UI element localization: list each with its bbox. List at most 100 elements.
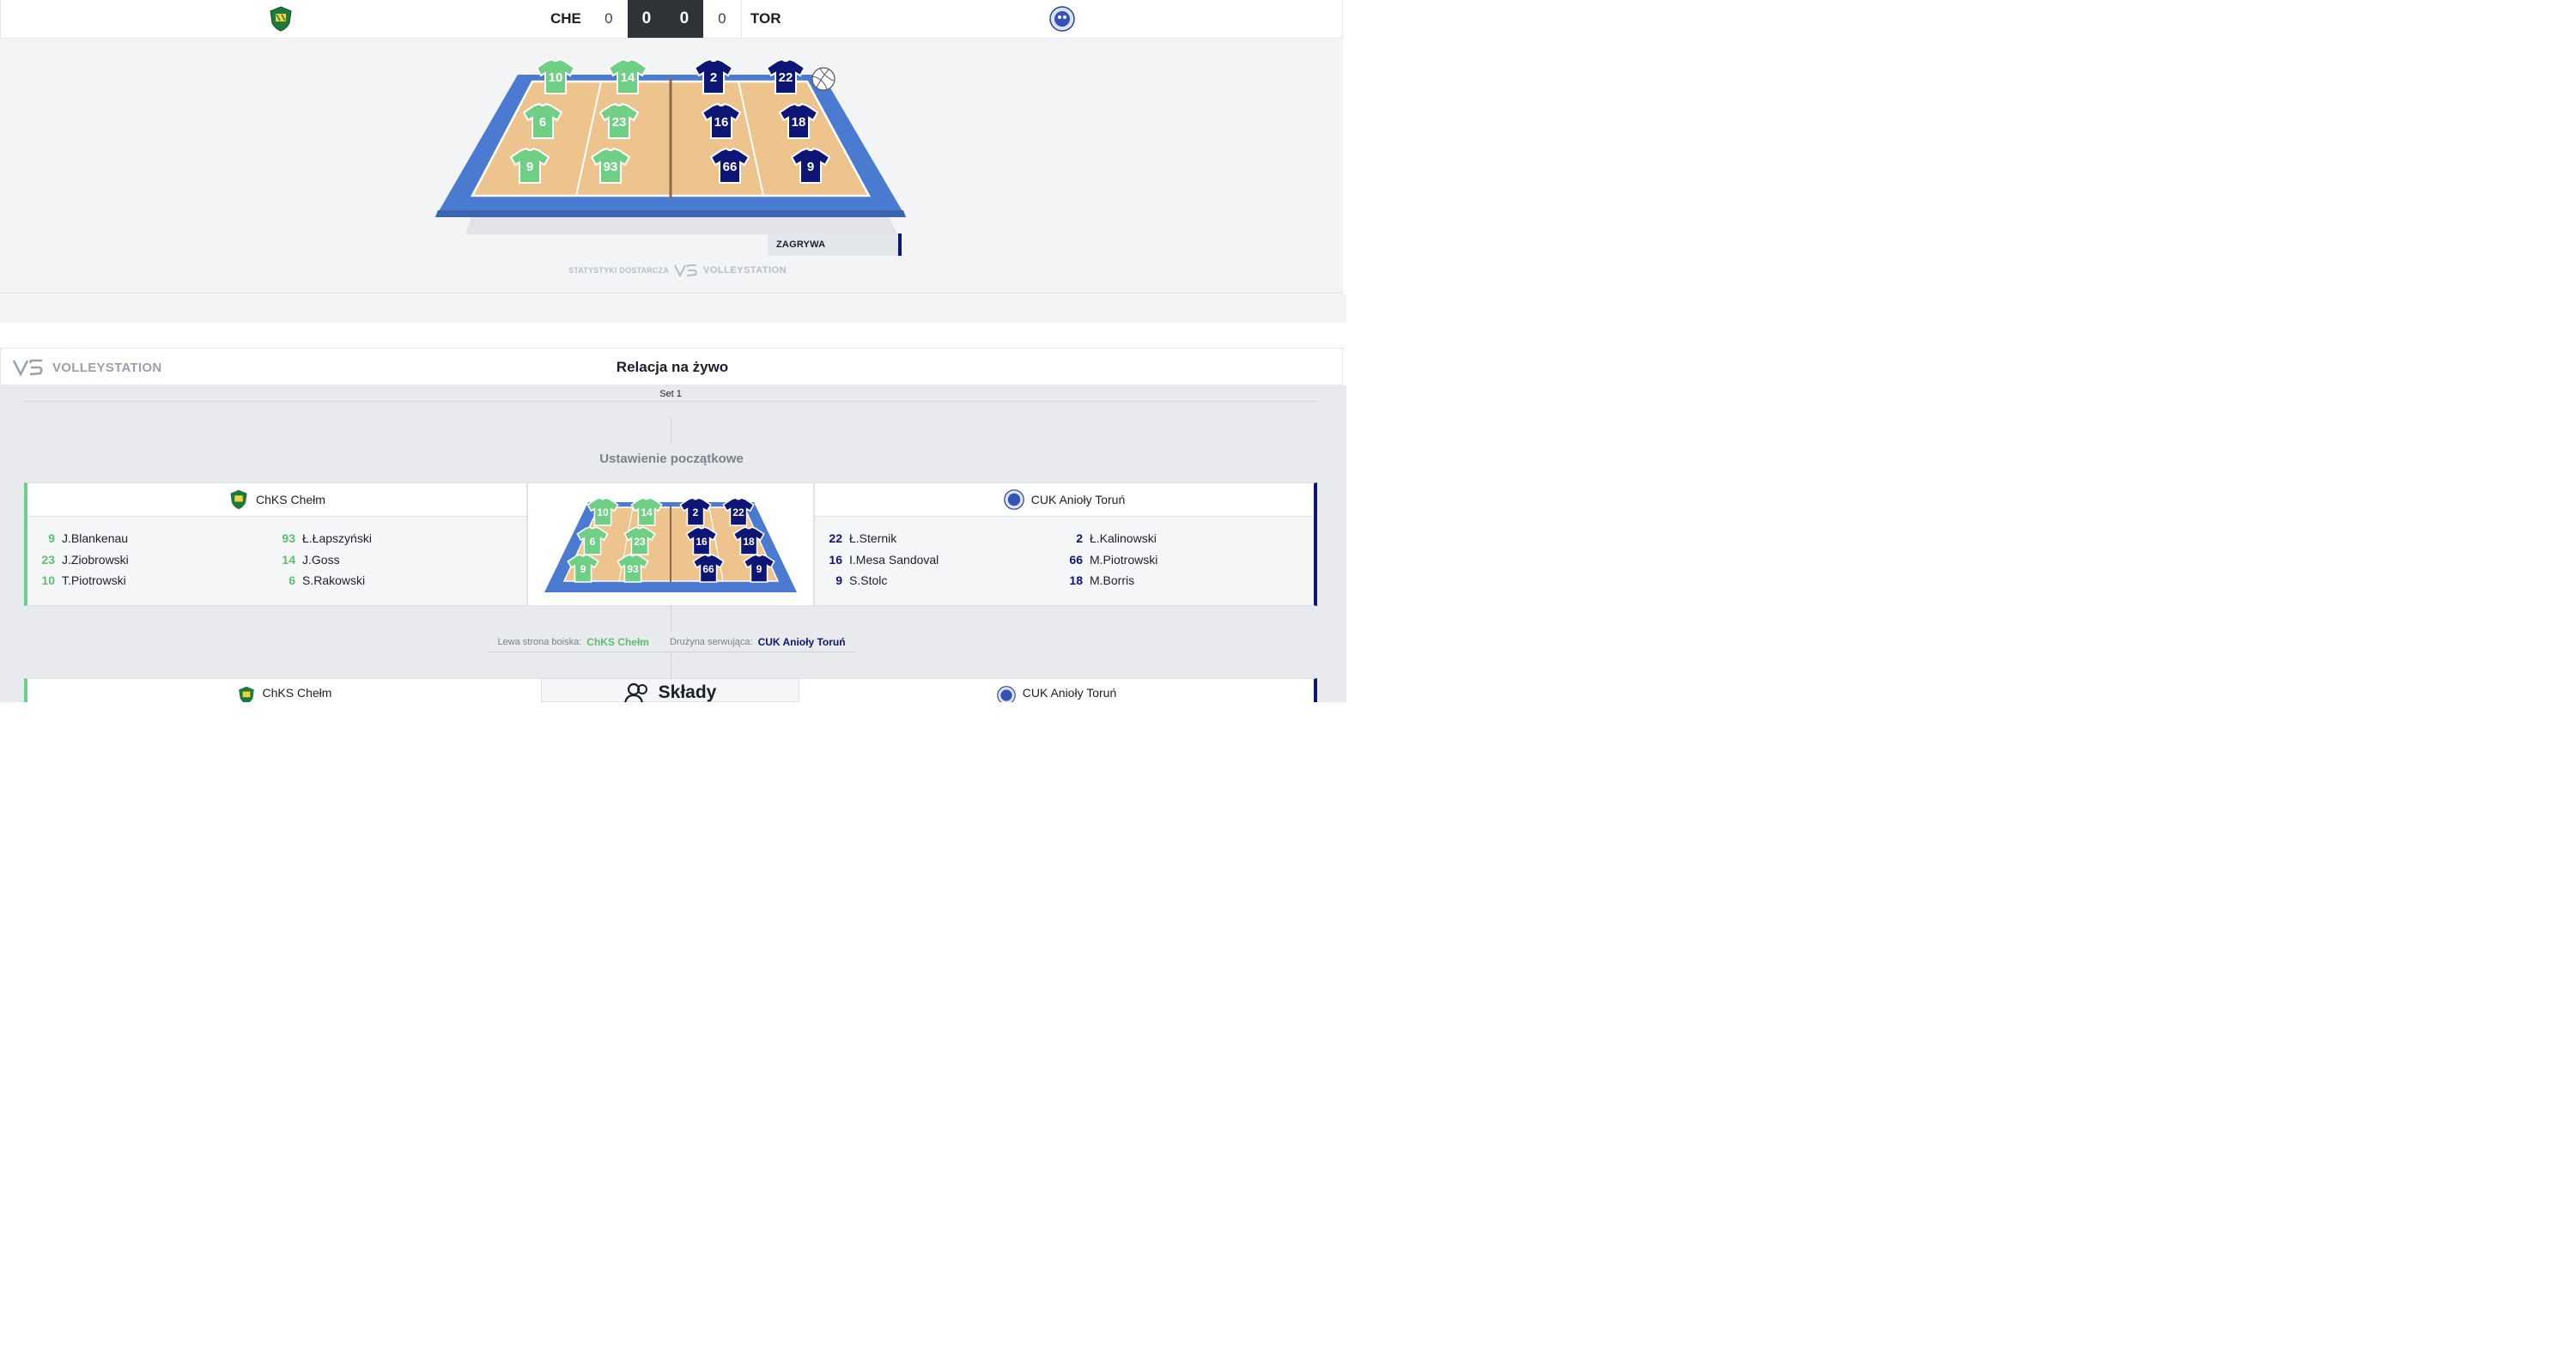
serving-indicator: ZAGRYWA bbox=[768, 233, 902, 256]
live-feed: Set 1 Ustawienie początkowe ChKS Chełm 9… bbox=[0, 385, 1346, 702]
mini-away-player-jersey-number: 9 bbox=[756, 563, 762, 575]
serving-team-label: Drużyna serwująca: bbox=[669, 636, 753, 647]
home-player-jersey-number: 14 bbox=[621, 70, 635, 85]
away-squad-tab[interactable]: CUK Anioły Toruń bbox=[799, 678, 1317, 702]
away-team-logo bbox=[1003, 489, 1024, 510]
home-roster-col-1: 9 J.Blankenau 23 J.Ziobrowski 10 T.Piotrowski bbox=[33, 528, 129, 591]
mini-court: 10 14 6 23 9 93 2 22 16 18 66 9 bbox=[527, 482, 814, 606]
player-name: I.Mesa Sandoval bbox=[849, 552, 939, 567]
player-name: Ł.Kalinowski bbox=[1090, 531, 1157, 546]
home-abbr: CHE bbox=[550, 10, 581, 27]
roster-row[interactable]: 9 J.Blankenau bbox=[33, 528, 129, 549]
player-name: S.Rakowski bbox=[302, 573, 366, 588]
live-relation-header: VOLLEYSTATION Relacja na żywo bbox=[0, 348, 1343, 385]
volleystation-logo-icon bbox=[674, 264, 697, 277]
away-team-name: CUK Anioły Toruń bbox=[1030, 493, 1126, 506]
away-roster-col-1: 22 Ł.Sternik 16 I.Mesa Sandoval 9 S.Stolc bbox=[820, 528, 939, 591]
home-points: 0 bbox=[627, 0, 665, 38]
roster-row[interactable]: 10 T.Piotrowski bbox=[33, 570, 129, 591]
player-number: 16 bbox=[829, 552, 842, 567]
scoreboard: CHE 0 0 0 0 TOR bbox=[0, 0, 1343, 39]
player-number: 6 bbox=[289, 573, 295, 588]
roster-row[interactable]: 2 Ł.Kalinowski bbox=[1060, 528, 1157, 549]
player-number: 23 bbox=[41, 552, 55, 567]
roster-row[interactable]: 6 S.Rakowski bbox=[273, 570, 372, 591]
provider-label: STATYSTYKI DOSTARCZA bbox=[568, 266, 669, 275]
away-lineup-box: CUK Anioły Toruń 22 Ł.Sternik 16 I.Mesa San… bbox=[814, 482, 1317, 606]
player-number: 14 bbox=[282, 552, 295, 567]
away-player-jersey-number: 66 bbox=[723, 160, 738, 174]
roster-row[interactable]: 23 J.Ziobrowski bbox=[33, 549, 129, 571]
player-number: 2 bbox=[1076, 531, 1083, 546]
stats-provider: STATYSTYKI DOSTARCZA VOLLEYSTATION bbox=[568, 264, 787, 277]
home-team-logo[interactable] bbox=[268, 6, 294, 32]
away-team-logo bbox=[996, 686, 1016, 702]
player-name: T.Piotrowski bbox=[62, 573, 126, 588]
away-points: 0 bbox=[665, 0, 703, 38]
player-name: Ł.Sternik bbox=[849, 531, 897, 546]
player-name: J.Goss bbox=[302, 552, 340, 567]
court: 10 146 239 932 2216 1866 9 bbox=[435, 58, 906, 234]
away-squad-name: CUK Anioły Toruń bbox=[1022, 686, 1117, 700]
left-side-label: Lewa strona boiska: bbox=[497, 636, 582, 647]
left-side-team: ChKS Chełm bbox=[586, 635, 649, 648]
live-relation-title: Relacja na żywo bbox=[616, 359, 729, 375]
people-icon bbox=[623, 682, 647, 702]
away-player-jersey-number: 9 bbox=[807, 160, 814, 174]
squads-label: Składy bbox=[658, 682, 717, 702]
away-roster-col-2: 2 Ł.Kalinowski 66 M.Piotrowski 18 M.Borris bbox=[1060, 528, 1157, 591]
mini-home-player-jersey-number: 9 bbox=[580, 563, 586, 575]
away-sets: 0 bbox=[718, 10, 726, 27]
roster-row[interactable]: 9 S.Stolc bbox=[820, 570, 939, 591]
section-gap bbox=[0, 294, 1346, 323]
home-team-logo bbox=[230, 489, 247, 510]
court-panel: 10 14 6 23 9 93 2 22 16 18 66 9 ZAGRYWA STATYSTYKI … bbox=[0, 39, 1343, 294]
player-name: Ł.Łapszyński bbox=[302, 531, 372, 546]
away-player-jersey-number: 2 bbox=[710, 70, 717, 85]
mini-away-player-jersey-number: 18 bbox=[743, 536, 755, 548]
mini-court-graphic: 10 146 239 932 2216 1866 9 bbox=[544, 497, 797, 592]
volleyball-match-page: CHE 0 0 0 0 TOR 10 14 6 23 9 93 2 22 16 18 66 9 bbox=[0, 0, 1346, 702]
serving-team: CUK Anioły Toruń bbox=[757, 635, 846, 648]
mini-away-player-jersey-number: 22 bbox=[732, 506, 744, 518]
roster-row[interactable]: 14 J.Goss bbox=[273, 549, 372, 571]
home-squad-tab[interactable]: ChKS Chełm bbox=[24, 678, 541, 702]
home-squad-name: ChKS Chełm bbox=[262, 686, 332, 700]
home-team-logo bbox=[238, 686, 254, 702]
roster-row[interactable]: 22 Ł.Sternik bbox=[820, 528, 939, 549]
player-number: 10 bbox=[41, 573, 55, 588]
provider-name: VOLLEYSTATION bbox=[703, 265, 787, 276]
roster-row[interactable]: 16 I.Mesa Sandoval bbox=[820, 549, 939, 571]
mini-home-player-jersey-number: 93 bbox=[627, 563, 639, 575]
squads-tab[interactable]: Składy bbox=[541, 678, 799, 702]
score-center: CHE 0 0 0 0 TOR bbox=[550, 0, 781, 38]
home-lineup-header: ChKS Chełm bbox=[27, 483, 526, 517]
home-player-jersey-number: 9 bbox=[526, 160, 533, 174]
home-lineup-box: ChKS Chełm 9 J.Blankenau 23 J.Ziobrowski 10 T… bbox=[24, 482, 527, 606]
player-name: J.Ziobrowski bbox=[62, 552, 129, 567]
roster-row[interactable]: 93 Ł.Łapszyński bbox=[273, 528, 372, 549]
roster-row[interactable]: 66 M.Piotrowski bbox=[1060, 549, 1157, 571]
player-number: 18 bbox=[1069, 573, 1083, 588]
player-name: M.Borris bbox=[1090, 573, 1135, 588]
home-roster-col-2: 93 Ł.Łapszyński 14 J.Goss 6 S.Rakowski bbox=[273, 528, 372, 591]
set-label: Set 1 bbox=[24, 387, 1317, 402]
roster-row[interactable]: 18 M.Borris bbox=[1060, 570, 1157, 591]
away-player-jersey-number: 16 bbox=[714, 115, 729, 130]
mini-home-player-jersey-number: 6 bbox=[590, 536, 596, 548]
court-edge bbox=[435, 210, 906, 217]
home-team-name: ChKS Chełm bbox=[256, 493, 325, 506]
mini-away-player-jersey-number: 66 bbox=[702, 563, 714, 575]
volleyball-icon bbox=[811, 67, 835, 91]
starting-lineup-title: Ustawienie początkowe bbox=[599, 452, 744, 466]
away-player-jersey-number: 18 bbox=[792, 115, 806, 130]
away-team-logo[interactable] bbox=[1049, 6, 1075, 32]
player-name: M.Piotrowski bbox=[1090, 552, 1158, 567]
player-number: 66 bbox=[1069, 552, 1083, 567]
player-number: 22 bbox=[829, 531, 842, 546]
mini-home-player-jersey-number: 14 bbox=[641, 506, 653, 518]
away-lineup-header: CUK Anioły Toruń bbox=[815, 483, 1314, 517]
player-number: 9 bbox=[835, 573, 842, 588]
mini-away-player-jersey-number: 16 bbox=[696, 536, 708, 548]
home-sets: 0 bbox=[605, 10, 613, 27]
